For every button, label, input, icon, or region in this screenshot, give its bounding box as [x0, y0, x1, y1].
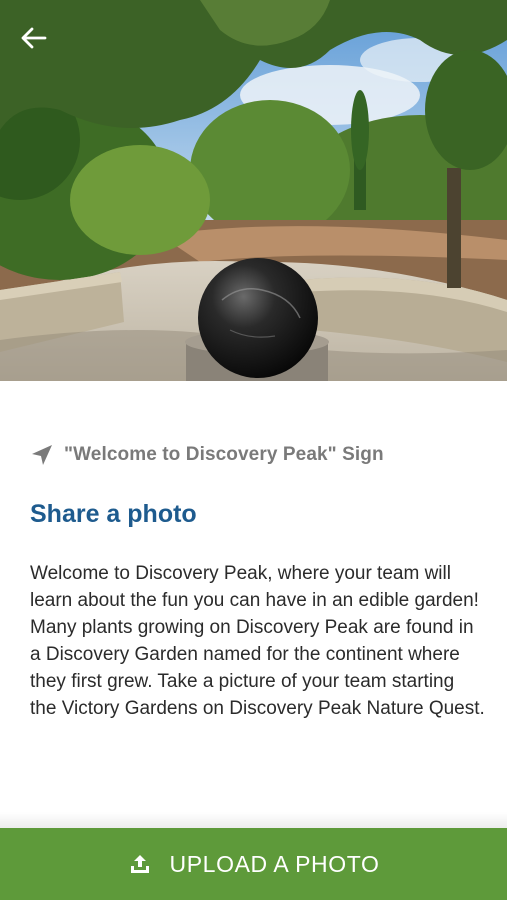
button-shadow: [0, 812, 507, 828]
arrow-left-icon: [21, 27, 47, 49]
fountain-garden-photo: [0, 0, 507, 381]
upload-button-label: UPLOAD A PHOTO: [169, 850, 380, 877]
upload-photo-button[interactable]: UPLOAD A PHOTO: [0, 828, 507, 900]
hero-photo: [0, 0, 507, 381]
upload-icon: [128, 852, 152, 876]
location-label: "Welcome to Discovery Peak" Sign: [64, 444, 384, 465]
task-title: Share a photo: [30, 500, 197, 528]
quest-step-screen: "Welcome to Discovery Peak" Sign Share a…: [0, 0, 507, 900]
back-button[interactable]: [14, 18, 54, 58]
navigation-arrow-icon: [30, 443, 54, 467]
task-description: Welcome to Discovery Peak, where your te…: [30, 563, 485, 719]
location-row: "Welcome to Discovery Peak" Sign: [30, 443, 384, 467]
